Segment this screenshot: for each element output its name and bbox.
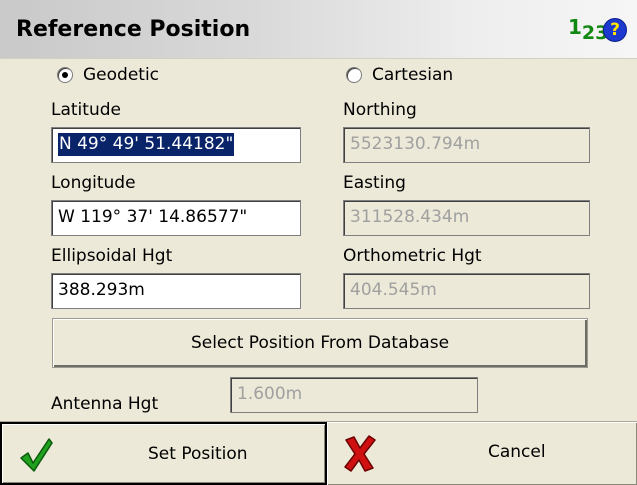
orthometric-hgt-value: 404.545m	[350, 280, 437, 300]
northing-field[interactable]: 5523130.794m	[343, 127, 590, 163]
cancel-label: Cancel	[488, 442, 546, 462]
easting-field[interactable]: 311528.434m	[343, 200, 590, 236]
cancel-button[interactable]: Cancel	[327, 422, 637, 485]
title-bar: Reference Position 123 ?	[0, 0, 637, 59]
select-from-database-button[interactable]: Select Position From Database	[52, 318, 588, 368]
ellipsoidal-hgt-value: 388.293m	[58, 280, 145, 300]
ellipsoidal-hgt-label: Ellipsoidal Hgt	[51, 246, 173, 266]
latitude-label: Latitude	[51, 100, 121, 120]
radio-cartesian-label: Cartesian	[372, 65, 454, 85]
longitude-value: W 119° 37' 14.86577"	[58, 207, 248, 227]
easting-value: 311528.434m	[350, 207, 470, 227]
antenna-hgt-field[interactable]: 1.600m	[230, 377, 478, 413]
help-icon[interactable]: ?	[603, 18, 627, 42]
longitude-field[interactable]: W 119° 37' 14.86577"	[51, 200, 301, 236]
bottom-bar: Set Position Cancel	[0, 421, 637, 485]
antenna-hgt-value: 1.600m	[237, 384, 303, 404]
check-icon	[18, 436, 54, 479]
latitude-field[interactable]: N 49° 49' 51.44182"	[51, 127, 301, 163]
antenna-hgt-label: Antenna Hgt	[51, 394, 159, 414]
orthometric-hgt-field[interactable]: 404.545m	[343, 273, 590, 309]
radio-cartesian[interactable]: Cartesian	[346, 65, 453, 85]
northing-label: Northing	[343, 100, 417, 120]
ellipsoidal-hgt-field[interactable]: 388.293m	[51, 273, 301, 309]
longitude-label: Longitude	[51, 173, 136, 193]
radio-geodetic[interactable]: Geodetic	[57, 65, 159, 85]
page-title: Reference Position	[16, 17, 251, 42]
radio-geodetic-indicator[interactable]	[57, 67, 73, 83]
input-mode-sub1: 2	[581, 22, 596, 44]
easting-label: Easting	[343, 173, 406, 193]
set-position-label: Set Position	[148, 444, 248, 464]
radio-geodetic-label: Geodetic	[83, 65, 160, 85]
input-mode-main: 1	[568, 15, 582, 39]
latitude-value: N 49° 49' 51.44182"	[58, 133, 235, 156]
radio-cartesian-indicator[interactable]	[346, 67, 362, 83]
set-position-button[interactable]: Set Position	[0, 422, 327, 485]
northing-value: 5523130.794m	[350, 134, 481, 154]
x-icon	[343, 434, 377, 477]
orthometric-hgt-label: Orthometric Hgt	[343, 246, 482, 266]
